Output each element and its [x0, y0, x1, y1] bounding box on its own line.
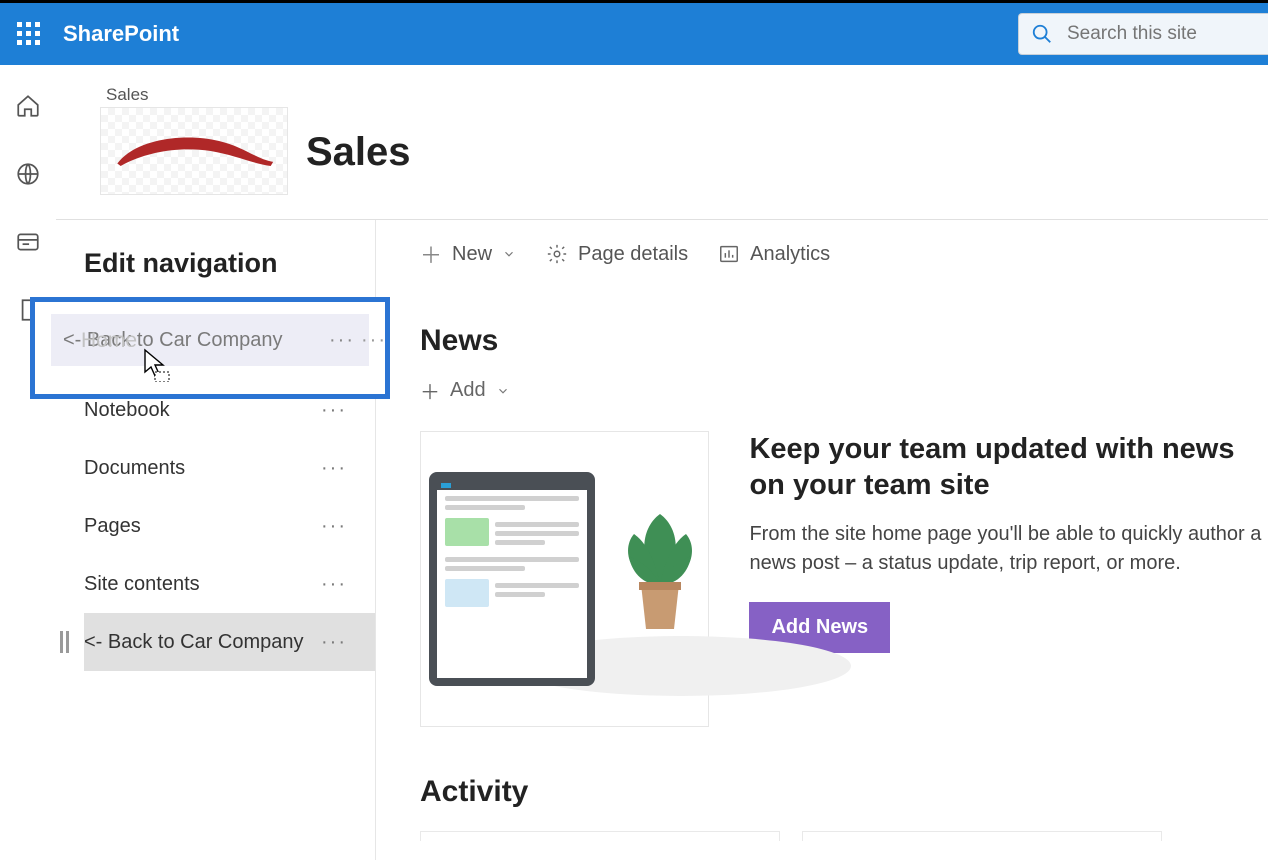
news-heading: News [420, 324, 1268, 358]
chevron-down-icon [502, 247, 516, 261]
activity-section: Activity [420, 775, 1268, 841]
more-icon[interactable]: ··· [321, 631, 347, 654]
nav-list: Notebook ··· Documents ··· Pages ··· Sit… [84, 381, 375, 671]
news-promo-body: From the site home page you'll be able t… [749, 520, 1268, 578]
news-empty-illustration [420, 431, 709, 727]
more-icon[interactable]: ··· [321, 515, 347, 538]
cmd-label: New [452, 243, 492, 266]
nav-dragging-item[interactable]: Home <- Back to Car Company ··· ··· [51, 314, 369, 366]
plant-icon [619, 514, 701, 644]
plus-icon: ＋ [420, 238, 442, 270]
more-icon[interactable]: ··· [321, 457, 347, 480]
news-icon[interactable] [15, 229, 41, 255]
page-details-button[interactable]: Page details [546, 243, 688, 266]
app-launcher-icon[interactable] [15, 20, 43, 48]
news-section: News ＋ Add [420, 324, 1268, 727]
nav-item-site-contents[interactable]: Site contents ··· [84, 555, 375, 613]
command-bar: ＋ New Page details [420, 238, 1268, 270]
add-news-dropdown[interactable]: ＋ Add [420, 376, 1268, 405]
site-header: Sales Sales [56, 65, 1268, 220]
edit-navigation-heading: Edit navigation [84, 248, 375, 279]
edit-navigation-panel: Edit navigation Home <- Back to Car Comp… [56, 220, 376, 860]
globe-icon[interactable] [15, 161, 41, 187]
news-promo: Keep your team updated with news on your… [749, 431, 1268, 727]
nav-item-back-to-car-company[interactable]: <- Back to Car Company ··· [84, 613, 375, 671]
news-promo-title: Keep your team updated with news on your… [749, 431, 1268, 504]
nav-item-label: Site contents [84, 573, 200, 596]
activity-card[interactable] [802, 831, 1162, 841]
cursor-icon [143, 348, 171, 382]
activity-card[interactable] [420, 831, 780, 841]
plus-icon: ＋ [420, 376, 440, 405]
search-input[interactable] [1067, 23, 1256, 45]
add-label: Add [450, 379, 486, 402]
nav-item-pages[interactable]: Pages ··· [84, 497, 375, 555]
nav-item-label: Notebook [84, 399, 170, 422]
site-title: Sales [306, 130, 411, 175]
more-icon[interactable]: ··· [361, 329, 387, 352]
activity-heading: Activity [420, 775, 1268, 809]
nav-item-label: Home [81, 329, 137, 353]
new-button[interactable]: ＋ New [420, 238, 516, 270]
more-icon[interactable]: ··· [321, 573, 347, 596]
brand-label[interactable]: SharePoint [63, 21, 179, 47]
analytics-icon [718, 243, 740, 265]
breadcrumb[interactable]: Sales [106, 85, 149, 105]
page-body: ＋ New Page details [376, 220, 1268, 860]
nav-item-label: <- Back to Car Company [84, 631, 304, 654]
nav-item-label: Documents [84, 457, 185, 480]
search-box[interactable] [1018, 13, 1268, 55]
suite-header: SharePoint [0, 3, 1268, 65]
more-icon[interactable]: ··· [329, 329, 355, 352]
nav-item-notebook[interactable]: Notebook ··· [84, 381, 375, 439]
nav-item-documents[interactable]: Documents ··· [84, 439, 375, 497]
analytics-button[interactable]: Analytics [718, 243, 830, 266]
home-icon[interactable] [15, 93, 41, 119]
cmd-label: Page details [578, 243, 688, 266]
tablet-icon [429, 472, 595, 686]
gear-icon [546, 243, 568, 265]
site-logo[interactable] [100, 107, 288, 195]
more-icon[interactable]: ··· [321, 399, 347, 422]
cmd-label: Analytics [750, 243, 830, 266]
chevron-down-icon [496, 384, 510, 398]
left-app-rail [0, 65, 56, 860]
search-icon [1031, 23, 1053, 45]
nav-item-label: Pages [84, 515, 141, 538]
